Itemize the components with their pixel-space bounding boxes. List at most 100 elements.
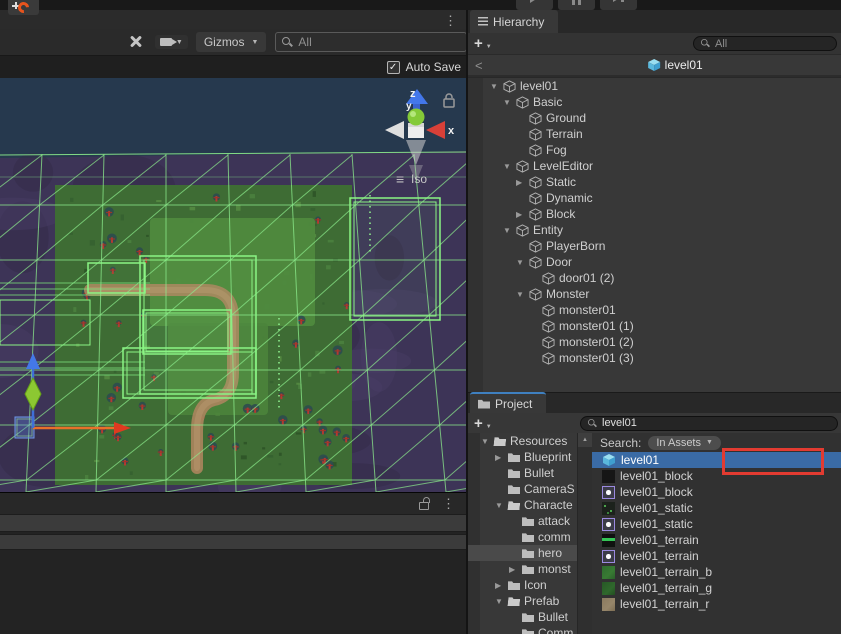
scene-viewport[interactable]: z y x ≡ Iso	[0, 78, 467, 492]
bottom-panel-row[interactable]	[0, 514, 467, 532]
scene-search-input[interactable]	[298, 35, 460, 49]
tree-item-label: monster01	[559, 303, 616, 317]
hierarchy-tree-item[interactable]: ▼ LevelEditor	[468, 158, 841, 174]
project-tab-strip: Project	[468, 392, 841, 413]
project-create-button[interactable]: + ▼	[468, 415, 498, 432]
project-folder-item[interactable]: ▼ Resources	[468, 433, 577, 449]
iso-menu-icon[interactable]: ≡	[396, 171, 404, 187]
expander-icon[interactable]: ▶	[516, 210, 529, 219]
hierarchy-tree-item[interactable]: Dynamic	[468, 190, 841, 206]
project-folder-item[interactable]: Bullet	[468, 609, 577, 625]
bottom-panel-kebab-icon[interactable]: ⋮	[442, 497, 455, 510]
search-scope-button[interactable]: In Assets ▼	[648, 436, 721, 450]
hierarchy-tree-item[interactable]: PlayerBorn	[468, 238, 841, 254]
expander-icon[interactable]: ▶	[509, 565, 522, 574]
hierarchy-tree-item[interactable]: ▼ Entity	[468, 222, 841, 238]
scroll-up-button[interactable]: ▲	[578, 433, 592, 447]
project-folder-item[interactable]: ▶ monst	[468, 561, 577, 577]
asset-result-row[interactable]: level01_terrain_r	[592, 596, 841, 612]
hierarchy-tree-item[interactable]: ▶ Static	[468, 174, 841, 190]
project-folder-item[interactable]: ▶ Blueprint	[468, 449, 577, 465]
breadcrumb[interactable]: level01	[647, 55, 703, 75]
gizmos-button[interactable]: Gizmos ▼	[196, 32, 267, 52]
step-button[interactable]	[600, 0, 637, 10]
project-folder-item[interactable]: ▼ Characte	[468, 497, 577, 513]
asset-result-row[interactable]: level01_static	[592, 516, 841, 532]
axis-x-label[interactable]: x	[448, 125, 455, 137]
hierarchy-create-button[interactable]: + ▼	[468, 35, 498, 52]
play-button[interactable]	[516, 0, 553, 10]
asset-result-row[interactable]: level01_terrain_b	[592, 564, 841, 580]
hierarchy-tree-item[interactable]: Fog	[468, 142, 841, 158]
tab-hierarchy[interactable]: Hierarchy	[470, 10, 558, 33]
scene-view[interactable]: z y x ≡ Iso	[0, 78, 467, 492]
expander-icon[interactable]: ▼	[481, 437, 494, 446]
bottom-panel-row[interactable]	[0, 534, 467, 550]
project-folder-item[interactable]: hero	[468, 545, 577, 561]
hierarchy-tree-item[interactable]: ▶ Block	[468, 206, 841, 222]
hierarchy-tab-label: Hierarchy	[493, 15, 544, 29]
project-folder-item[interactable]: ▶ Icon	[468, 577, 577, 593]
hierarchy-tree-item[interactable]: Ground	[468, 110, 841, 126]
expander-icon[interactable]: ▼	[516, 290, 529, 299]
expander-icon[interactable]: ▼	[516, 258, 529, 267]
expander-icon[interactable]: ▶	[516, 178, 529, 187]
expander-icon[interactable]: ▼	[503, 226, 516, 235]
iso-label[interactable]: Iso	[411, 172, 427, 186]
project-folder-item[interactable]: attack	[468, 513, 577, 529]
hierarchy-tree-item[interactable]: monster01 (3)	[468, 350, 841, 366]
hierarchy-tree-item[interactable]: monster01 (1)	[468, 318, 841, 334]
hierarchy-tree-item[interactable]: monster01	[468, 302, 841, 318]
tools-icon[interactable]	[128, 34, 143, 50]
project-search-input[interactable]	[602, 417, 831, 429]
tab-project[interactable]: Project	[470, 392, 546, 413]
asset-result-row[interactable]: level01_static	[592, 500, 841, 516]
hierarchy-tree-item[interactable]: ▼ Monster	[468, 286, 841, 302]
folder-icon	[508, 452, 520, 462]
expander-icon[interactable]: ▶	[495, 453, 508, 462]
scene-camera-button[interactable]: ▼	[155, 35, 188, 49]
expander-icon[interactable]: ▼	[495, 597, 508, 606]
project-folder-item[interactable]: comm	[468, 529, 577, 545]
asset-thumbnail-icon	[602, 550, 615, 563]
asset-result-row[interactable]: level01_block	[592, 484, 841, 500]
expander-icon[interactable]: ▼	[490, 82, 503, 91]
asset-result-row[interactable]: level01	[592, 452, 841, 468]
folder-tree-scrollbar[interactable]: ▲	[577, 433, 592, 634]
asset-result-row[interactable]: level01_terrain	[592, 532, 841, 548]
project-content: ▼ Resources ▶ Blueprint Bullet	[468, 433, 841, 634]
hierarchy-tree-item[interactable]: ▼ level01	[468, 78, 841, 94]
hierarchy-search-field[interactable]	[693, 36, 837, 51]
hierarchy-tree-item[interactable]: ▼ Basic	[468, 94, 841, 110]
hierarchy-tree-item[interactable]: Terrain	[468, 126, 841, 142]
expander-icon[interactable]: ▼	[503, 162, 516, 171]
expander-icon[interactable]: ▼	[503, 98, 516, 107]
hierarchy-tree-item[interactable]: ▼ Door	[468, 254, 841, 270]
expander-icon[interactable]: ▶	[495, 581, 508, 590]
project-folder-item[interactable]: CameraS	[468, 481, 577, 497]
hierarchy-search-input[interactable]	[715, 38, 830, 50]
breadcrumb-back-button[interactable]: <	[475, 58, 483, 73]
pane-divider[interactable]	[466, 0, 468, 634]
pause-button[interactable]	[558, 0, 595, 10]
asset-result-row[interactable]: level01_terrain_g	[592, 580, 841, 596]
project-folder-tree: ▼ Resources ▶ Blueprint Bullet	[468, 433, 577, 634]
scene-search-field[interactable]	[275, 32, 467, 52]
cube-icon	[503, 80, 516, 93]
collab-button[interactable]	[8, 0, 39, 15]
cube-icon	[516, 160, 529, 173]
auto-save-checkbox[interactable]: ✓	[387, 61, 400, 74]
lock-open-icon[interactable]	[419, 502, 429, 510]
project-folder-item[interactable]: Comm	[468, 625, 577, 634]
project-folder-item[interactable]: ▼ Prefab	[468, 593, 577, 609]
axis-y-label[interactable]: y	[406, 101, 412, 112]
axis-z-label[interactable]: z	[410, 88, 416, 100]
hierarchy-tree-item[interactable]: monster01 (2)	[468, 334, 841, 350]
project-folder-item[interactable]: Bullet	[468, 465, 577, 481]
scene-menu-kebab-icon[interactable]: ⋮	[444, 14, 457, 27]
asset-result-row[interactable]: level01_block	[592, 468, 841, 484]
expander-icon[interactable]: ▼	[495, 501, 508, 510]
asset-result-row[interactable]: level01_terrain	[592, 548, 841, 564]
project-search-field[interactable]	[580, 416, 838, 431]
hierarchy-tree-item[interactable]: door01 (2)	[468, 270, 841, 286]
